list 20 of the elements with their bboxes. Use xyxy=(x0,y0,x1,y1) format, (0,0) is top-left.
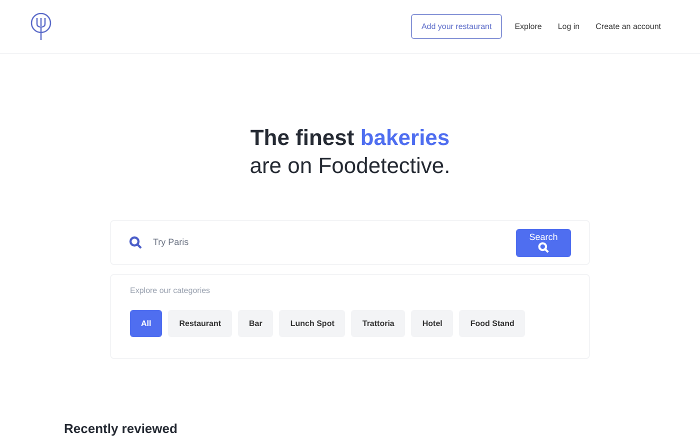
search-field[interactable]: Try Paris xyxy=(153,236,516,250)
nav-link[interactable]: Log in xyxy=(554,20,583,32)
category-chip[interactable]: Hotel xyxy=(411,310,454,337)
categories-heading: Explore our categories xyxy=(130,285,212,297)
headline: The finest bakeries xyxy=(250,124,450,152)
search-button[interactable]: Search xyxy=(516,228,571,256)
fork-logo-icon[interactable] xyxy=(30,12,52,40)
search-icon xyxy=(129,236,142,249)
category-chip[interactable]: Lunch Spot xyxy=(279,310,346,337)
section-title: Recently reviewed xyxy=(64,421,178,437)
nav-link[interactable]: Create an account xyxy=(592,20,664,32)
category-chip[interactable]: Trattoria xyxy=(351,310,406,337)
add-restaurant-button[interactable]: Add your restaurant xyxy=(411,14,502,39)
subheadline: are on Foodetective. xyxy=(250,152,450,180)
search-icon xyxy=(538,242,549,253)
category-chip[interactable]: Food Stand xyxy=(459,310,526,337)
category-chip[interactable]: All xyxy=(130,310,162,337)
nav-link[interactable]: Explore xyxy=(512,20,545,32)
category-chip[interactable]: Restaurant xyxy=(168,310,232,337)
category-chip[interactable]: Bar xyxy=(238,310,274,337)
